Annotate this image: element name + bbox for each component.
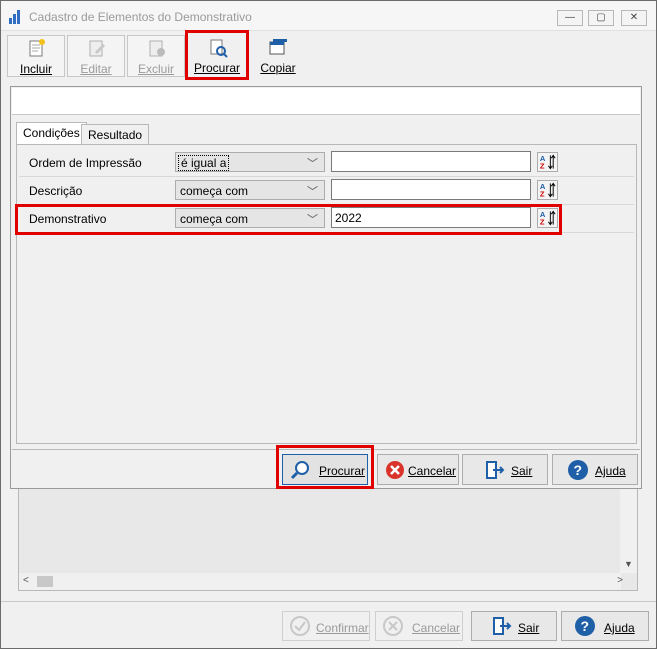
operator-value: é igual a (178, 155, 230, 171)
window-title: Cadastro de Elementos do Demonstrativo (29, 10, 252, 24)
sair-button[interactable]: Sair (462, 454, 548, 485)
operator-value: começa com (180, 212, 249, 226)
ajuda-main-button[interactable]: ? Ajuda (561, 611, 649, 641)
app-icon (9, 10, 23, 24)
tab-condicoes[interactable]: Condições (16, 122, 87, 145)
svg-text:Z: Z (540, 190, 545, 199)
editar-label: Editar (80, 62, 112, 76)
search-icon (290, 461, 309, 480)
edit-document-icon (89, 40, 105, 57)
dialog-header (12, 88, 640, 115)
sort-az-icon: A Z (540, 154, 556, 171)
vertical-scrollbar[interactable]: ▼ (620, 489, 637, 573)
editar-button[interactable]: Editar (67, 35, 125, 77)
toolbar: Incluir Editar Excluir Procurar Copiar (1, 30, 656, 80)
scroll-down-icon[interactable]: ▼ (624, 559, 633, 569)
cancelar-button[interactable]: Cancelar (377, 454, 459, 485)
search-dialog: Condições Resultado Ordem de Impressão é… (10, 86, 642, 489)
procurar-button-label: Procurar (319, 464, 366, 478)
condition-value-input[interactable] (331, 151, 531, 172)
confirmar-button-label: Confirmar (316, 621, 369, 635)
condition-row: Descrição começa com ﹀ A Z (19, 177, 634, 205)
excluir-label: Excluir (137, 62, 174, 76)
sort-button[interactable]: A Z (537, 208, 558, 228)
svg-text:?: ? (574, 462, 583, 478)
chevron-down-icon: ﹀ (307, 214, 318, 226)
operator-select[interactable]: começa com ﹀ (175, 208, 325, 228)
help-icon: ? (575, 616, 595, 636)
main-button-bar: Confirmar Cancelar Sair ? Ajuda (1, 601, 656, 648)
svg-text:Z: Z (540, 218, 545, 227)
svg-text:Z: Z (540, 162, 545, 171)
scroll-right-icon[interactable]: > (617, 575, 623, 586)
title-bar: Cadastro de Elementos do Demonstrativo —… (1, 1, 656, 31)
operator-value: começa com (180, 184, 249, 198)
cancelar-main-button[interactable]: Cancelar (375, 611, 463, 641)
procurar-label: Procurar (193, 61, 240, 75)
scroll-thumb[interactable] (37, 576, 53, 587)
sort-az-icon: A Z (540, 182, 556, 199)
incluir-button[interactable]: Incluir (7, 35, 65, 77)
sair-main-button[interactable]: Sair (471, 611, 557, 641)
procurar-button[interactable]: Procurar (282, 454, 368, 485)
procurar-toolbar-button[interactable]: Procurar (185, 30, 249, 80)
incluir-label: Incluir (19, 62, 52, 76)
ajuda-button-label: Ajuda (595, 464, 626, 478)
exit-icon (486, 461, 505, 479)
ajuda-main-label: Ajuda (604, 621, 635, 635)
condition-row: Demonstrativo começa com ﹀ 2022 A Z (19, 205, 634, 233)
chevron-down-icon: ﹀ (307, 158, 318, 170)
minimize-button[interactable]: — (557, 10, 583, 26)
cancelar-button-label: Cancelar (408, 464, 457, 478)
copiar-button[interactable]: Copiar (249, 35, 307, 77)
operator-select[interactable]: é igual a ﹀ (175, 152, 325, 172)
confirm-icon (290, 616, 310, 636)
new-document-icon (29, 39, 45, 57)
exit-icon (493, 617, 512, 635)
sair-button-label: Sair (511, 464, 533, 478)
close-button[interactable]: ✕ (621, 10, 647, 26)
sair-main-label: Sair (518, 621, 540, 635)
cancelar-main-label: Cancelar (412, 621, 461, 635)
condition-value-input[interactable]: 2022 (331, 207, 531, 228)
condition-label: Ordem de Impressão (29, 156, 142, 170)
help-icon: ? (568, 460, 588, 480)
tab-resultado[interactable]: Resultado (81, 124, 150, 144)
sort-button[interactable]: A Z (537, 152, 558, 172)
delete-document-icon (149, 40, 165, 57)
copy-icon (269, 39, 287, 55)
condition-label: Demonstrativo (29, 212, 107, 226)
ajuda-button[interactable]: ? Ajuda (552, 454, 638, 485)
operator-select[interactable]: começa com ﹀ (175, 180, 325, 200)
conditions-panel: Ordem de Impressão é igual a ﹀ A Z Descr… (15, 144, 637, 444)
dialog-button-bar: Procurar Cancelar Sair ? Ajuda (12, 445, 640, 489)
excluir-button[interactable]: Excluir (127, 35, 185, 77)
svg-text:?: ? (581, 618, 590, 634)
condition-value-input[interactable] (331, 179, 531, 200)
confirmar-button[interactable]: Confirmar (282, 611, 370, 641)
horizontal-scrollbar[interactable]: < > (19, 573, 623, 590)
cancel-icon (383, 616, 403, 636)
cancel-icon (386, 461, 404, 479)
copiar-label: Copiar (260, 61, 296, 75)
maximize-button[interactable]: ▢ (588, 10, 614, 26)
sort-button[interactable]: A Z (537, 180, 558, 200)
chevron-down-icon: ﹀ (307, 186, 318, 198)
condition-label: Descrição (29, 184, 83, 198)
search-document-icon (210, 39, 228, 58)
condition-row: Ordem de Impressão é igual a ﹀ A Z (19, 149, 634, 177)
scroll-left-icon[interactable]: < (23, 575, 29, 586)
records-list: ▼ < > (18, 489, 638, 591)
sort-az-icon: A Z (540, 210, 556, 227)
